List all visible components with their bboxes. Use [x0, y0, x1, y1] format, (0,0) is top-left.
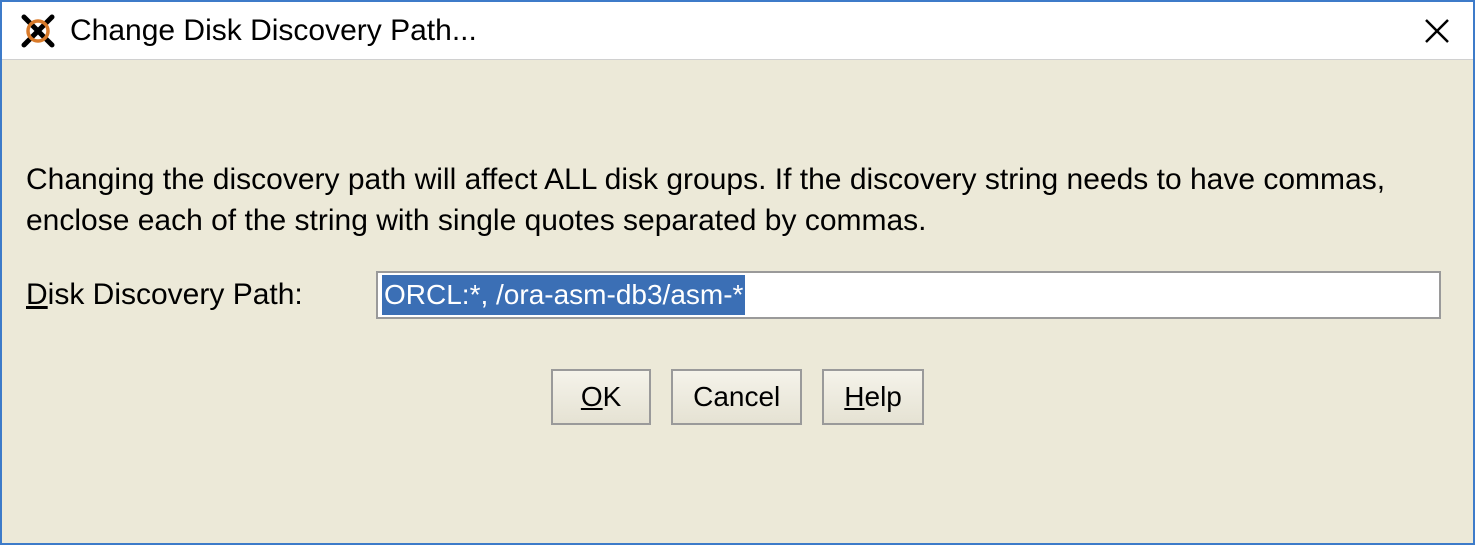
help-button[interactable]: Help	[822, 369, 924, 425]
window-title: Change Disk Discovery Path...	[70, 14, 1413, 48]
content-area: Changing the discovery path will affect …	[2, 60, 1473, 543]
disk-path-input[interactable]: ORCL:*, /ora-asm-db3/asm-*	[376, 271, 1441, 319]
input-row: Disk Discovery Path: ORCL:*, /ora-asm-db…	[26, 271, 1449, 319]
disk-path-value-selected: ORCL:*, /ora-asm-db3/asm-*	[382, 275, 745, 315]
button-row: OK Cancel Help	[26, 369, 1449, 425]
close-icon	[1424, 18, 1450, 44]
close-button[interactable]	[1413, 7, 1461, 55]
app-icon	[20, 13, 56, 49]
ok-button[interactable]: OK	[551, 369, 651, 425]
cancel-button[interactable]: Cancel	[671, 369, 802, 425]
disk-path-field-wrapper: ORCL:*, /ora-asm-db3/asm-*	[376, 271, 1441, 319]
titlebar: Change Disk Discovery Path...	[2, 2, 1473, 60]
description-text: Changing the discovery path will affect …	[26, 160, 1449, 241]
disk-path-label: Disk Discovery Path:	[26, 278, 376, 312]
dialog-window: Change Disk Discovery Path... Changing t…	[0, 0, 1475, 545]
